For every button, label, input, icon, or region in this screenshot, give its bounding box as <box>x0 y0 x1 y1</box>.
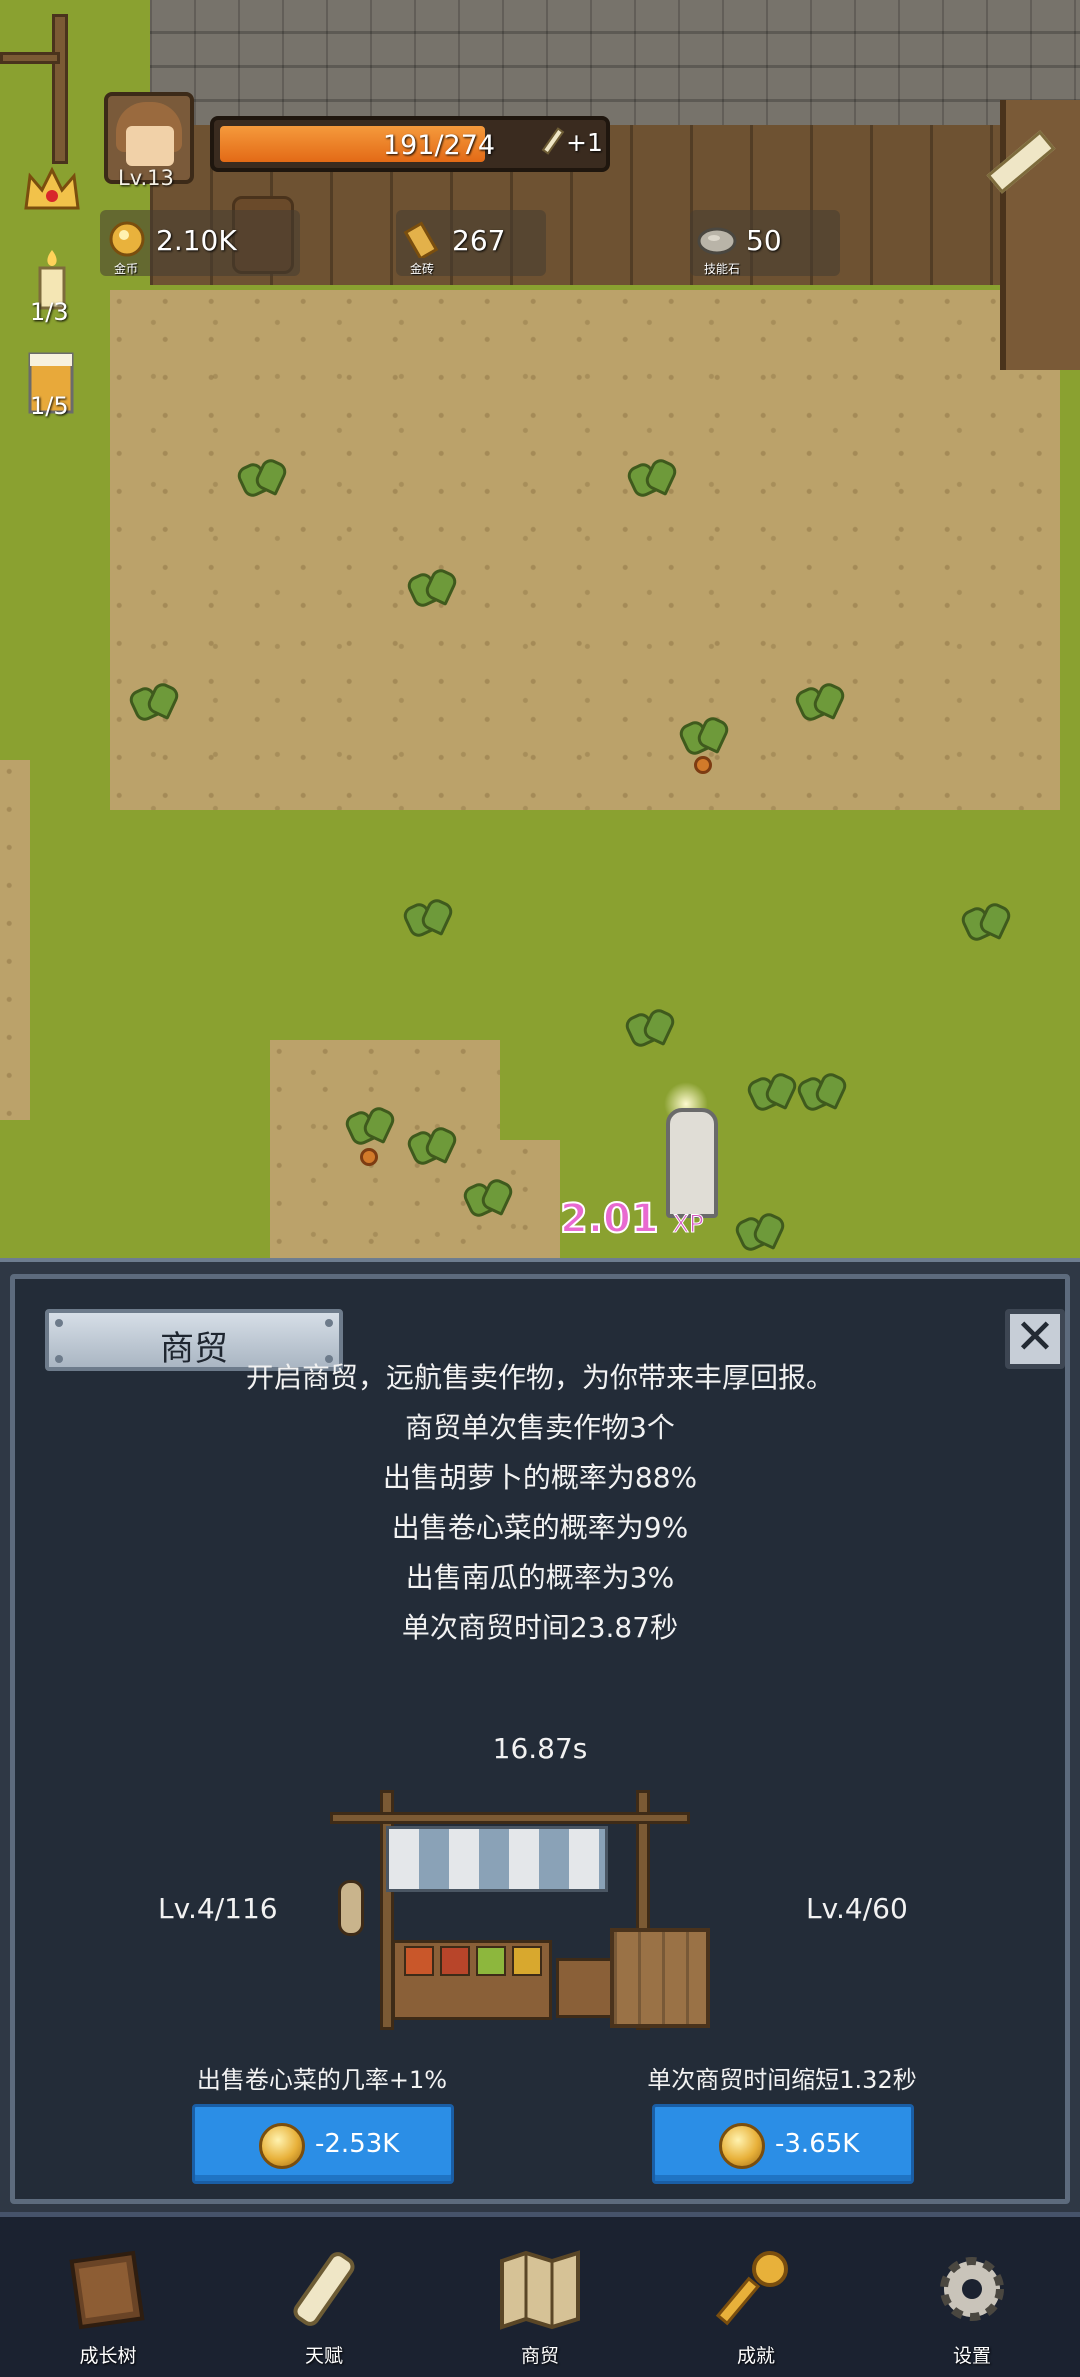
player-level: Lv.13 <box>118 166 174 190</box>
stall-awning <box>386 1826 608 1892</box>
skill-stone-label: 技能石 <box>704 262 741 276</box>
gold-coin-icon <box>109 221 145 257</box>
xp-bonus: +1 <box>566 128 603 157</box>
map-icon <box>500 2250 580 2330</box>
trade-time: 单次商贸时间23.87秒 <box>401 1611 679 1644</box>
nav-settings[interactable]: 设置 <box>882 2217 1062 2377</box>
crop-sprout[interactable] <box>404 896 448 936</box>
gold-brick-label: 金砖 <box>410 262 435 276</box>
coin-icon <box>719 2123 765 2169</box>
beer-count: 1/5 <box>30 392 69 420</box>
skill-stone-value: 50 <box>746 224 782 257</box>
carrot-probability: 出售胡萝卜的概率为88% <box>382 1461 698 1494</box>
stall-sack <box>338 1880 364 1936</box>
crop-sprout[interactable] <box>408 566 452 606</box>
upgrade-left-desc: 出售卷心菜的几率+1% <box>196 2066 448 2094</box>
fence-rail <box>0 52 60 64</box>
crop-sprout[interactable] <box>628 456 672 496</box>
crop-sprout[interactable] <box>736 1210 780 1250</box>
upgrade-time-button[interactable]: -3.65K <box>652 2104 914 2184</box>
gold-value: 2.10K <box>156 224 237 257</box>
nav-trade[interactable]: 商贸 <box>450 2217 630 2377</box>
stall-crate <box>610 1928 710 2028</box>
skill-stone-icon <box>697 227 737 255</box>
stall-chest <box>556 1958 616 2018</box>
gold-brick-icon <box>403 221 439 258</box>
stall-beam <box>330 1812 690 1824</box>
scroll-icon <box>293 2252 355 2326</box>
nav-growth-tree[interactable]: 成长树 <box>18 2217 198 2377</box>
crown-icon[interactable] <box>20 158 84 224</box>
produce-box <box>440 1946 470 1976</box>
crop-sprout[interactable] <box>796 680 840 720</box>
nav-label: 商贸 <box>520 2345 559 2367</box>
nav-achievement[interactable]: 成就 <box>666 2217 846 2377</box>
trade-timer: 16.87s <box>492 1732 588 1765</box>
farm-field <box>110 290 1060 810</box>
crop-sprout[interactable] <box>626 1006 670 1046</box>
gear-icon <box>940 2257 1004 2321</box>
crop-sprout[interactable] <box>798 1070 842 1110</box>
trade-description: 开启商贸，远航售卖作物，为你带来丰厚回报。 <box>245 1361 834 1394</box>
upgrade-right-level: Lv.4/60 <box>806 1892 908 1925</box>
carrot-crop[interactable] <box>360 1148 378 1166</box>
xp-popup: 2.01 XP <box>559 1195 704 1243</box>
crop-sprout[interactable] <box>962 900 1006 940</box>
produce-box <box>512 1946 542 1976</box>
upgrade-cost: -3.65K <box>775 2129 860 2159</box>
crop-sprout[interactable] <box>408 1124 452 1164</box>
resource-gold[interactable]: 2.10K 金币 <box>100 210 300 276</box>
gold-label: 金币 <box>114 262 139 276</box>
gold-brick-value: 267 <box>452 224 506 257</box>
upgrade-left-level: Lv.4/116 <box>158 1892 278 1925</box>
resource-skill-stone[interactable]: 50 技能石 <box>690 210 840 276</box>
crop-sprout[interactable] <box>238 456 282 496</box>
key-icon <box>715 2251 788 2326</box>
crop-sprout[interactable] <box>130 680 174 720</box>
crop-sprout[interactable] <box>748 1070 792 1110</box>
bottom-nav: 成长树 天赋 商贸 成就 设置 <box>0 2212 1080 2377</box>
nav-talent[interactable]: 天赋 <box>234 2217 414 2377</box>
upgrade-right-desc: 单次商贸时间缩短1.32秒 <box>647 2066 917 2094</box>
barn-roof <box>150 0 1080 130</box>
produce-box <box>404 1946 434 1976</box>
nav-label: 设置 <box>952 2345 991 2367</box>
produce-box <box>476 1946 506 1976</box>
cabbage-probability: 出售卷心菜的概率为9% <box>391 1511 689 1544</box>
dirt-patch <box>270 1040 500 1258</box>
dirt-edge <box>0 760 30 1120</box>
crop-sprout[interactable] <box>680 714 724 754</box>
trade-crop-count: 商贸单次售卖作物3个 <box>405 1411 675 1444</box>
nav-label: 成就 <box>736 2345 775 2367</box>
xp-text: 191/274 <box>382 130 496 161</box>
upgrade-cost: -2.53K <box>315 2129 400 2159</box>
bone-icon <box>541 127 565 155</box>
fence-post <box>52 14 68 164</box>
book-icon <box>69 2250 145 2330</box>
crop-sprout[interactable] <box>346 1104 390 1144</box>
upgrade-cabbage-button[interactable]: -2.53K <box>192 2104 454 2184</box>
game-scene[interactable]: 2.01 XP Lv.13 191/274 +1 2.10K 金币 267 金砖… <box>0 0 1080 1258</box>
candle-count: 1/3 <box>30 298 69 326</box>
coin-icon <box>259 2123 305 2169</box>
resource-gold-brick[interactable]: 267 金砖 <box>396 210 546 276</box>
carrot-crop[interactable] <box>694 756 712 774</box>
nav-label: 天赋 <box>304 2345 343 2367</box>
crop-sprout[interactable] <box>464 1176 508 1216</box>
market-stall-icon <box>330 1790 760 2035</box>
avatar-face <box>126 126 174 166</box>
nav-label: 成长树 <box>79 2345 137 2367</box>
pumpkin-probability: 出售南瓜的概率为3% <box>405 1561 675 1594</box>
